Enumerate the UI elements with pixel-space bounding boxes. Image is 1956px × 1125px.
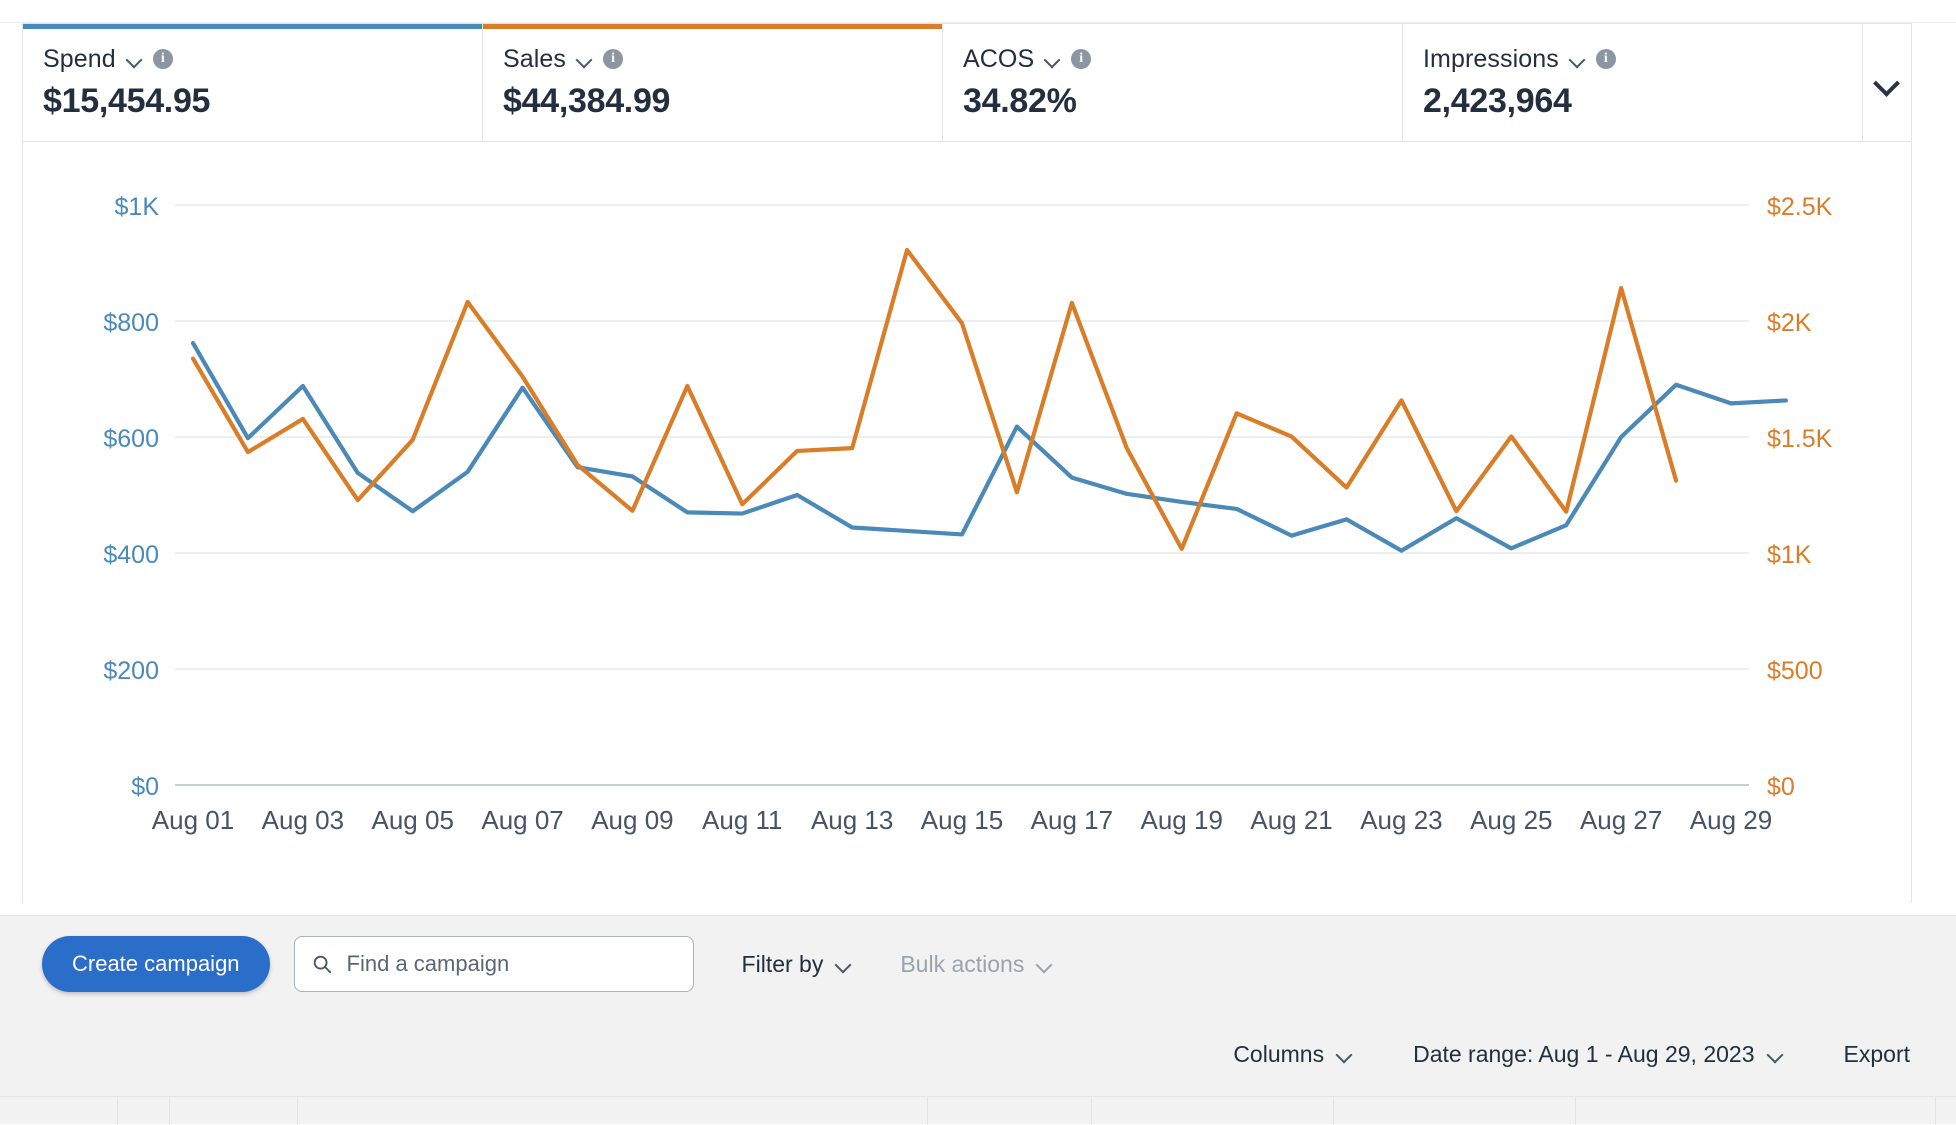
search-icon [313, 955, 331, 974]
y-axis-right-tick: $500 [1767, 657, 1823, 685]
chart-line-sales [190, 247, 1679, 551]
metric-value-impressions: 2,423,964 [1423, 82, 1572, 120]
table-col-status [170, 1097, 298, 1125]
info-icon[interactable]: i [1071, 49, 1092, 69]
export-button[interactable]: Export [1844, 1041, 1910, 1068]
y-axis-left-tick: $400 [103, 541, 159, 569]
y-axis-left-tick: $600 [103, 425, 159, 453]
x-axis-tick: Aug 11 [702, 805, 782, 835]
metric-label-sales: Sales [503, 44, 567, 73]
metric-value-acos: 34.82% [963, 82, 1077, 120]
x-axis-tick: Aug 17 [1031, 805, 1113, 835]
y-axis-right-tick: $2.5K [1767, 193, 1833, 221]
chevron-down-icon [1036, 956, 1053, 973]
x-axis-tick: Aug 07 [481, 805, 563, 835]
x-axis-tick: Aug 23 [1360, 805, 1442, 835]
metric-accent-impressions [1403, 24, 1862, 29]
metric-accent-acos [943, 24, 1402, 29]
columns-label: Columns [1233, 1041, 1325, 1067]
chevron-down-icon [1767, 1046, 1784, 1063]
x-axis-tick: Aug 25 [1470, 805, 1552, 835]
metric-head-impressions: Impressions i [1423, 44, 1862, 73]
metric-card-sales[interactable]: Sales i $44,384.99 [483, 24, 943, 141]
y-axis-left-tick: $800 [103, 309, 159, 337]
x-axis-tick: Aug 01 [152, 805, 234, 835]
x-axis-tick: Aug 21 [1250, 805, 1332, 835]
table-col-checkbox [22, 1097, 118, 1125]
info-icon[interactable]: i [1595, 49, 1616, 69]
y-axis-right-tick: $2K [1767, 309, 1812, 337]
performance-chart-panel: Spend i $15,454.95 Sales i $44,384.99 AC… [22, 23, 1912, 903]
x-axis-tick: Aug 29 [1690, 805, 1772, 835]
chevron-down-icon[interactable] [1044, 51, 1061, 68]
chevron-down-icon [1874, 70, 1900, 96]
y-axis-left-tick: $0 [131, 773, 159, 801]
date-range-label: Date range: Aug 1 - Aug 29, 2023 [1413, 1041, 1755, 1067]
campaign-dashboard-page: Spend i $15,454.95 Sales i $44,384.99 AC… [0, 0, 1956, 1125]
table-col-budget [1576, 1097, 1936, 1125]
x-axis-tick: Aug 19 [1141, 805, 1223, 835]
chart-plot-area: $0 $200 $400 $600 $800 $1K $0 $500 $1K $1.5K $2K $2… [23, 143, 1911, 903]
campaign-table-header [0, 1096, 1956, 1125]
bulk-actions-label: Bulk actions [900, 950, 1025, 977]
metric-head-acos: ACOS i [963, 44, 1402, 73]
metric-card-acos[interactable]: ACOS i 34.82% [943, 24, 1403, 141]
y-axis-right-tick: $0 [1767, 773, 1795, 801]
metric-tab-row: Spend i $15,454.95 Sales i $44,384.99 AC… [23, 24, 1911, 142]
info-icon[interactable]: i [152, 49, 173, 69]
campaign-toolbar: Create campaign Filter by Bulk actions C… [0, 915, 1956, 1097]
metric-accent-sales [483, 24, 942, 29]
y-axis-left-tick: $200 [103, 657, 159, 685]
create-campaign-button[interactable]: Create campaign [42, 936, 270, 992]
chevron-down-icon [835, 956, 852, 973]
toolbar-secondary-row: Columns Date range: Aug 1 - Aug 29, 2023… [0, 1012, 1956, 1097]
metric-head-sales: Sales i [503, 44, 942, 73]
metric-accent-spend [23, 24, 482, 29]
search-input[interactable] [344, 950, 677, 978]
table-col-name [298, 1097, 928, 1125]
search-campaign-field[interactable] [293, 936, 694, 992]
chart-line-spend [190, 340, 1789, 553]
columns-dropdown[interactable]: Columns [1233, 1041, 1353, 1068]
toolbar-primary-row: Create campaign Filter by Bulk actions [0, 916, 1956, 1012]
x-axis-tick: Aug 15 [921, 805, 1003, 835]
chevron-down-icon[interactable] [576, 51, 593, 68]
chevron-down-icon[interactable] [126, 51, 143, 68]
metric-label-acos: ACOS [963, 44, 1035, 73]
x-axis-tick: Aug 13 [811, 805, 893, 835]
metric-label-spend: Spend [43, 44, 116, 73]
filter-by-dropdown[interactable]: Filter by [742, 951, 853, 978]
y-axis-right-tick: $1.5K [1767, 425, 1833, 453]
filter-by-label: Filter by [741, 950, 824, 977]
x-axis-tick: Aug 05 [372, 805, 454, 835]
table-col-toggle [118, 1097, 170, 1125]
metric-head-spend: Spend i [43, 44, 482, 73]
x-axis-tick: Aug 03 [262, 805, 344, 835]
table-col-start [1092, 1097, 1334, 1125]
dual-axis-line-chart: $0 $200 $400 $600 $800 $1K $0 $500 $1K $1.5K $2K $2… [103, 193, 1833, 835]
table-col-end [1334, 1097, 1576, 1125]
expand-metrics-button[interactable] [1863, 24, 1911, 141]
chevron-down-icon[interactable] [1569, 51, 1586, 68]
date-range-dropdown[interactable]: Date range: Aug 1 - Aug 29, 2023 [1413, 1041, 1783, 1068]
metric-value-spend: $15,454.95 [43, 82, 211, 120]
info-icon[interactable]: i [603, 49, 624, 69]
top-strip [0, 0, 1956, 23]
x-axis-tick: Aug 09 [591, 805, 673, 835]
chevron-down-icon [1336, 1046, 1353, 1063]
metric-value-sales: $44,384.99 [503, 82, 671, 120]
table-col-type [928, 1097, 1092, 1125]
metric-card-spend[interactable]: Spend i $15,454.95 [23, 24, 483, 141]
metric-card-impressions[interactable]: Impressions i 2,423,964 [1403, 24, 1863, 141]
y-axis-right-tick: $1K [1767, 541, 1812, 569]
bulk-actions-dropdown[interactable]: Bulk actions [900, 951, 1053, 978]
y-axis-left-tick: $1K [115, 193, 160, 221]
x-axis-tick: Aug 27 [1580, 805, 1662, 835]
metric-label-impressions: Impressions [1423, 44, 1559, 73]
